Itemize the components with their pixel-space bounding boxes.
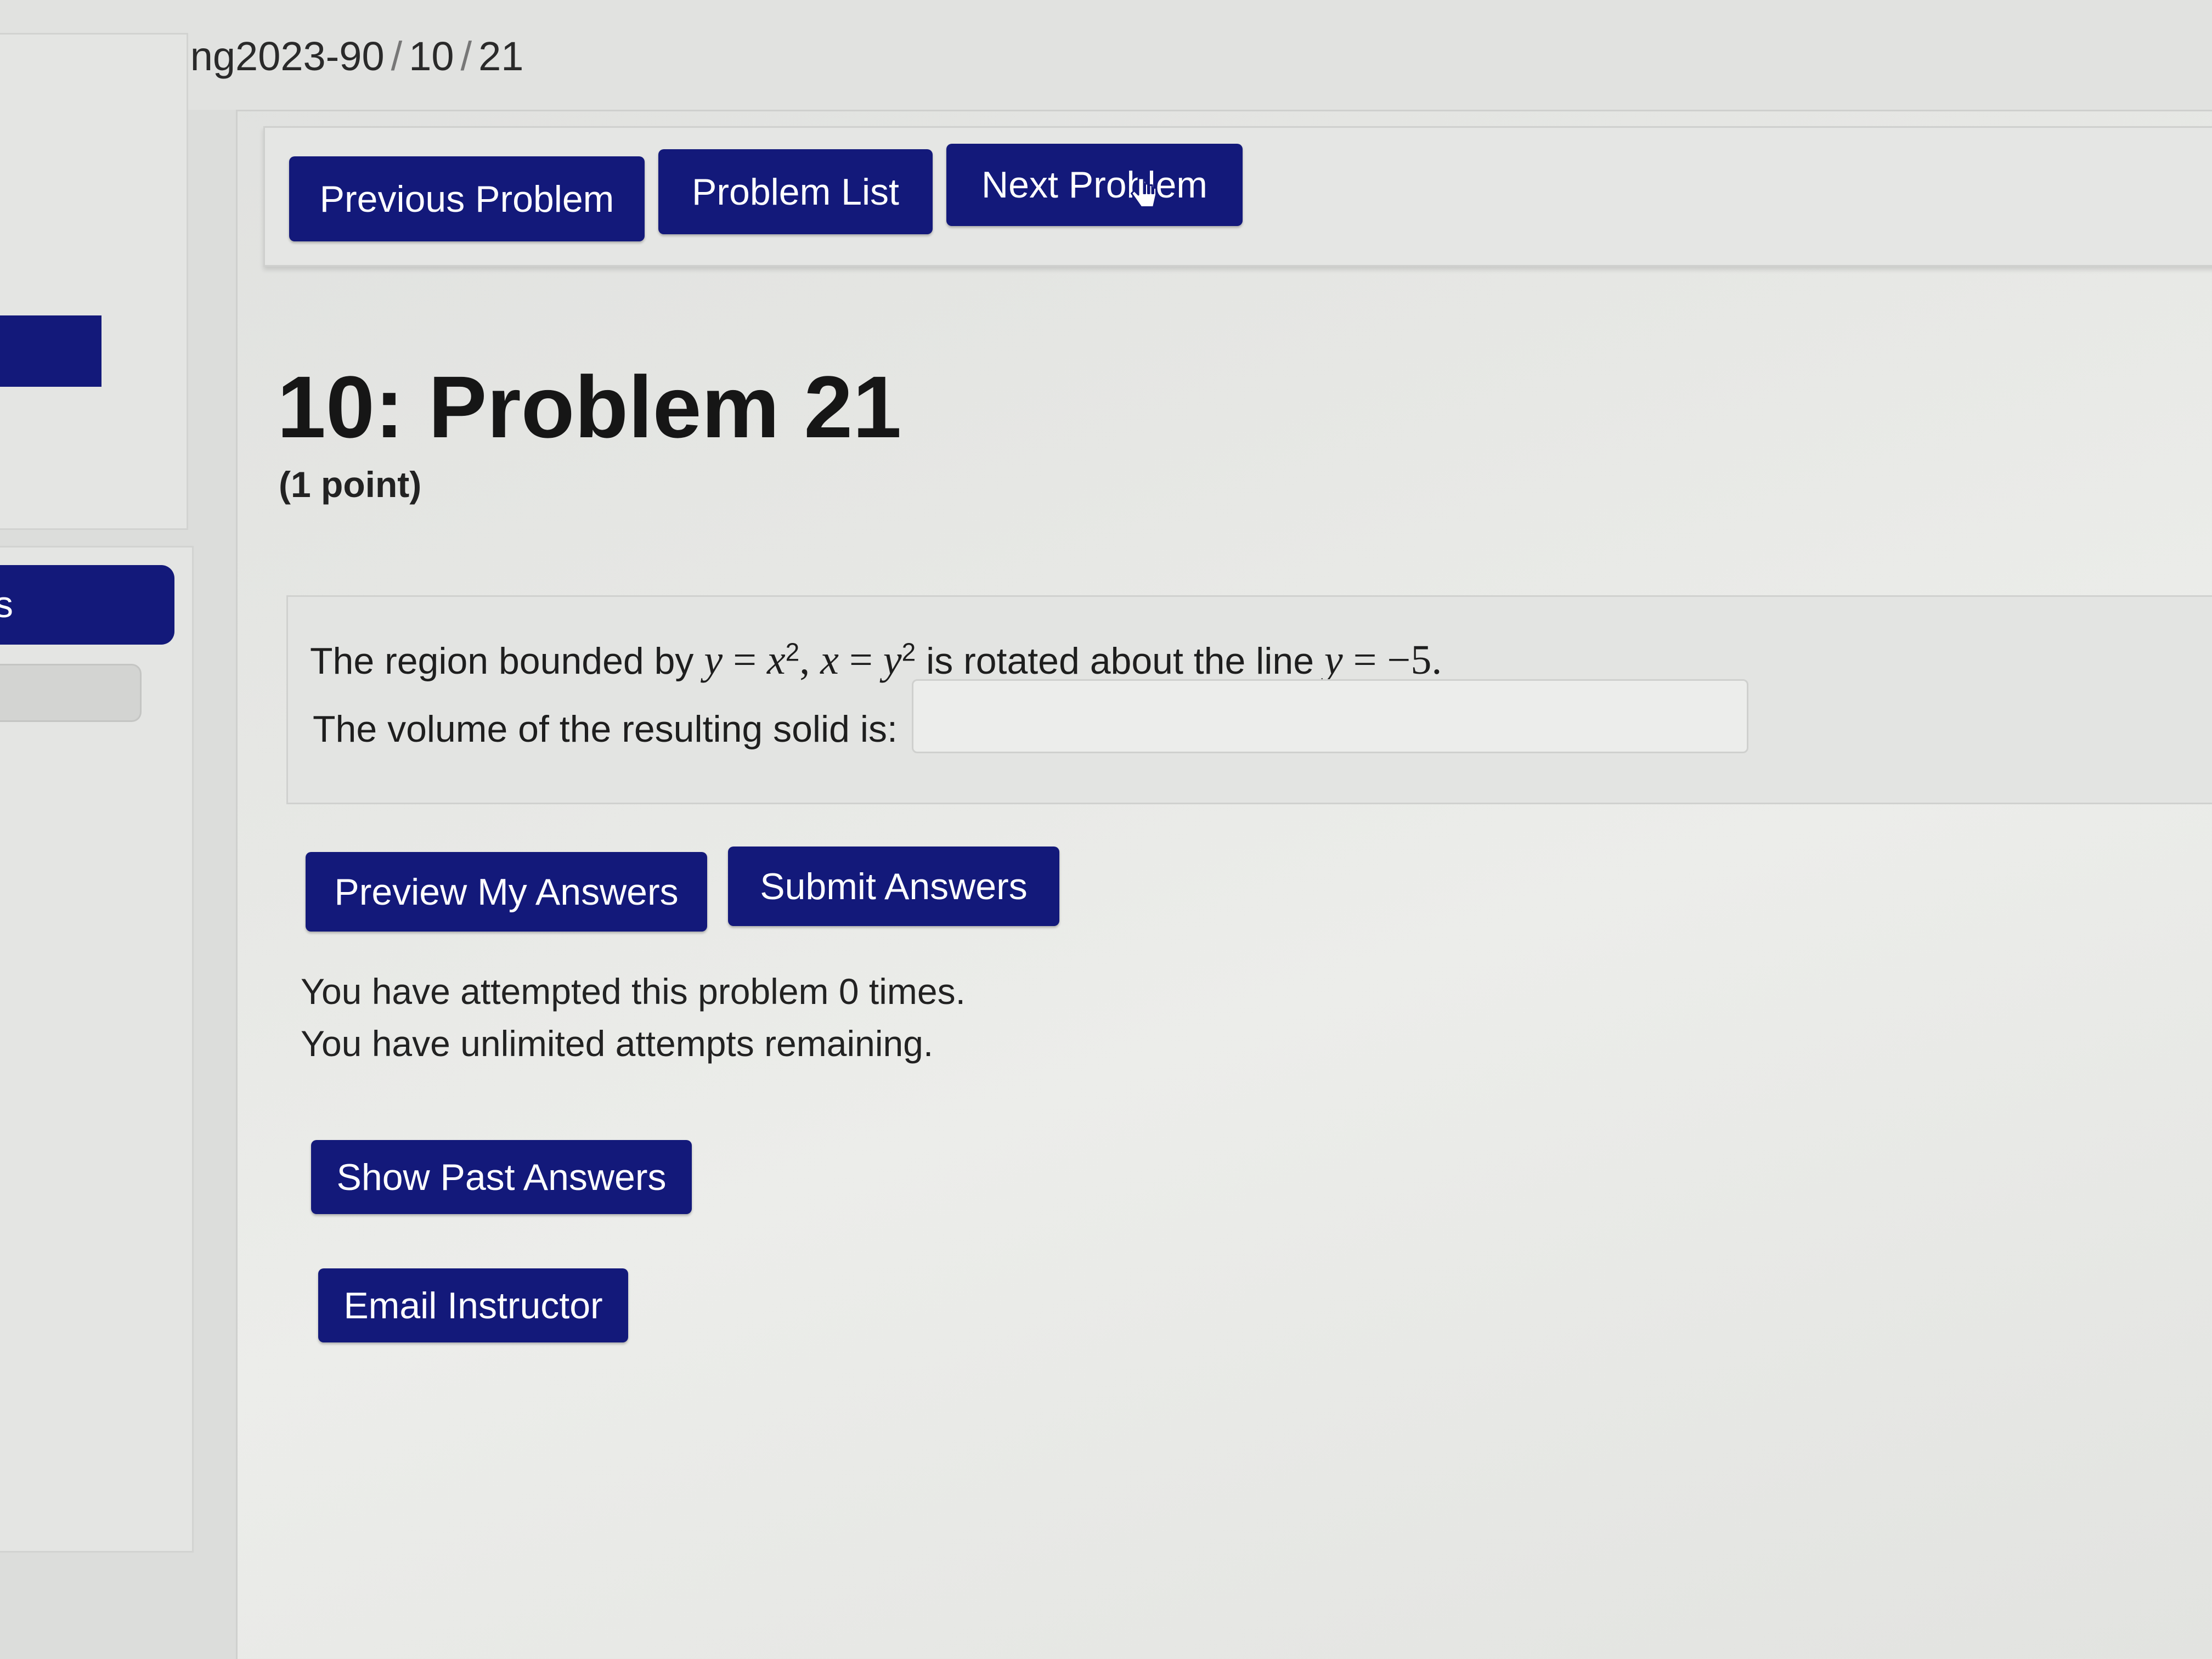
sidebar-panel-top (0, 33, 188, 530)
problem-list-button[interactable]: Problem List (658, 149, 933, 234)
email-instructor-button[interactable]: Email Instructor (318, 1268, 628, 1342)
show-past-answers-button[interactable]: Show Past Answers (311, 1140, 692, 1214)
math-period: . (1431, 637, 1442, 683)
next-problem-button[interactable]: Next Problem (946, 144, 1243, 226)
sidebar-highlight-block[interactable] (0, 315, 101, 387)
math-exponent: 2 (901, 637, 916, 667)
math-exponent: 2 (785, 637, 800, 667)
math-var: y (704, 637, 723, 683)
math-var: x (820, 637, 839, 683)
breadcrumb-problem: 21 (478, 33, 524, 79)
sidebar-item[interactable] (0, 664, 142, 722)
math-equals: = (723, 637, 767, 683)
hand-cursor-icon (1131, 177, 1157, 208)
sidebar-item-label: s (0, 584, 13, 625)
math-equals: = (1342, 637, 1387, 683)
problem-points: (1 point) (279, 464, 422, 505)
sidebar-item-active[interactable]: s (0, 565, 174, 645)
page-title: 10: Problem 21 (277, 358, 902, 456)
volume-label: The volume of the resulting solid is: (313, 708, 898, 750)
math-equals: = (839, 637, 883, 683)
attempts-remaining-text: You have unlimited attempts remaining. (301, 1023, 934, 1064)
statement-prefix: The region bounded by (310, 640, 704, 682)
math-value: −5 (1387, 637, 1432, 683)
math-comma: , (799, 637, 821, 683)
answer-input[interactable] (912, 679, 1748, 753)
math-var: y (1324, 637, 1343, 683)
top-bar: ath1210spring2023-90/10/21 (0, 0, 2212, 111)
breadcrumb-separator: / (460, 33, 472, 79)
math-var: y (883, 637, 902, 683)
math-var: x (766, 637, 786, 683)
breadcrumb-set[interactable]: 10 (409, 33, 454, 79)
statement-middle: is rotated about the line (916, 640, 1324, 682)
attempts-count-text: You have attempted this problem 0 times. (301, 971, 966, 1012)
attempts-info: You have attempted this problem 0 times.… (301, 966, 966, 1070)
problem-statement: The region bounded by y = x2, x = y2 is … (310, 636, 1442, 684)
preview-answers-button[interactable]: Preview My Answers (306, 852, 707, 932)
breadcrumb-separator: / (391, 33, 403, 79)
previous-problem-button[interactable]: Previous Problem (289, 156, 645, 241)
submit-answers-button[interactable]: Submit Answers (728, 847, 1059, 926)
